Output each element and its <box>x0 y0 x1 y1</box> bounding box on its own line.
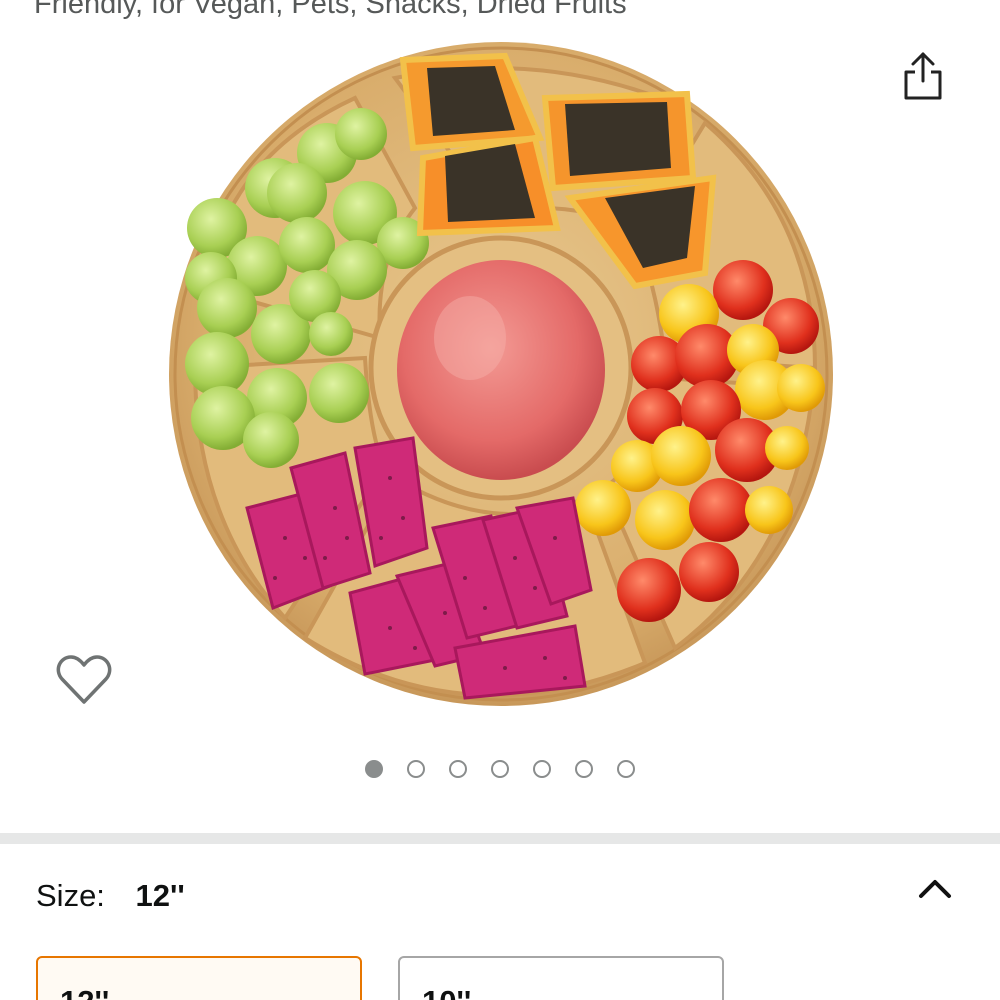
pagination-dot-4[interactable] <box>491 760 509 778</box>
wishlist-button[interactable] <box>54 652 114 708</box>
pagination-dot-6[interactable] <box>575 760 593 778</box>
size-option-12[interactable]: 12'' <box>36 956 362 1000</box>
pagination-dot-7[interactable] <box>617 760 635 778</box>
product-page: Friendly, for Vegan, Pets, Snacks, Dried… <box>0 0 1000 1000</box>
share-button[interactable] <box>896 46 950 106</box>
section-divider <box>0 833 1000 844</box>
product-title: Friendly, for Vegan, Pets, Snacks, Dried… <box>34 0 627 20</box>
share-icon <box>904 52 942 100</box>
size-label: Size: <box>36 878 105 913</box>
heart-icon <box>56 655 112 704</box>
pagination-dot-3[interactable] <box>449 760 467 778</box>
pagination-dot-2[interactable] <box>407 760 425 778</box>
selected-size-value: 12'' <box>135 878 185 913</box>
size-option-label: 12'' <box>60 984 109 1000</box>
collapse-size-button[interactable] <box>910 866 960 910</box>
size-option-label: 10'' <box>422 984 471 1000</box>
pagination-dot-5[interactable] <box>533 760 551 778</box>
chevron-up-icon <box>919 880 951 898</box>
product-image[interactable] <box>165 38 837 710</box>
pagination-dot-1[interactable] <box>365 760 383 778</box>
size-option-10[interactable]: 10'' <box>398 956 724 1000</box>
size-summary: Size: 12'' <box>36 876 185 916</box>
image-pagination <box>0 760 1000 778</box>
